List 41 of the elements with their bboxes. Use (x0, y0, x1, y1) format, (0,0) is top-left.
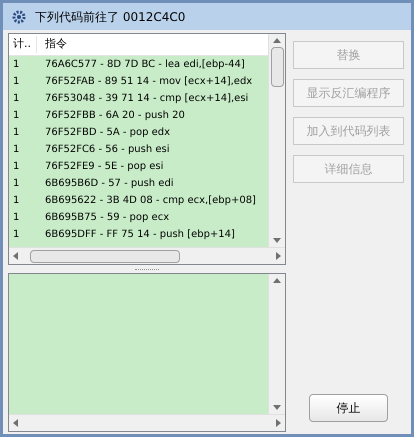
window-title: 下列代码前往了 0012C4C0 (35, 8, 186, 26)
table-cell-text: 6B695B6D - 57 - push edi (44, 177, 174, 191)
column-header[interactable]: 计.. (9, 36, 37, 53)
scroll-up-icon[interactable] (273, 38, 281, 43)
gear-icon (11, 8, 27, 24)
scroll-down-icon[interactable] (273, 238, 281, 243)
scroll-right-icon[interactable] (276, 419, 281, 427)
table-cell-text: 1 (12, 75, 20, 89)
table-cell-text: 1 (12, 143, 20, 157)
scroll-right-icon[interactable] (276, 252, 281, 260)
column-header[interactable]: 指令 (37, 36, 67, 53)
table-cell-text: 1 (12, 160, 20, 174)
scroll-left-icon[interactable] (13, 419, 18, 427)
stop-button[interactable]: 停止 (309, 394, 388, 422)
table-cell-text: 76F53048 - 39 71 14 - cmp [ecx+14],esi (44, 92, 248, 106)
scroll-thumb[interactable] (270, 47, 284, 87)
vertical-scrollbar[interactable] (268, 274, 285, 414)
table-cell-text: 1 (12, 126, 20, 140)
table-cell-text: 76A6C577 - 8D 7D BC - lea edi,[ebp-44] (44, 58, 245, 72)
table-cell-text: 1 (12, 109, 20, 123)
table-cell-text: 76F52FAB - 89 51 14 - mov [ecx+14],edx (44, 75, 252, 89)
table-cell-text: 1 (12, 177, 20, 191)
table-cell-text: 1 (12, 58, 20, 72)
table-cell-text: 1 (12, 228, 20, 242)
table-cell-text: 6B695B75 - 59 - pop ecx (44, 211, 170, 225)
table-cell-text: 76F52FBB - 6A 20 - push 20 (44, 109, 185, 123)
scroll-down-icon[interactable] (273, 405, 281, 410)
table-cell-text: 1 (12, 211, 20, 225)
table-cell-text: 76F52FC6 - 56 - push esi (44, 143, 170, 157)
table-cell-text: 6B695622 - 3B 4D 08 - cmp ecx,[ebp+08] (44, 194, 256, 208)
scroll-up-icon[interactable] (273, 278, 281, 283)
table-cell-text: 76F52FBD - 5A - pop edx (44, 126, 170, 140)
table-cell-text: 76F52FE9 - 5E - pop esi (44, 160, 164, 174)
table-cell-text: 6B695DFF - FF 75 14 - push [ebp+14] (44, 228, 235, 242)
scroll-thumb[interactable] (30, 250, 180, 262)
horizontal-scrollbar[interactable] (9, 414, 285, 431)
horizontal-scrollbar[interactable] (9, 247, 285, 264)
table-cell-text: 1 (12, 92, 20, 106)
table-cell-text: 1 (12, 194, 20, 208)
scroll-left-icon[interactable] (13, 252, 18, 260)
vertical-scrollbar[interactable] (268, 34, 285, 247)
